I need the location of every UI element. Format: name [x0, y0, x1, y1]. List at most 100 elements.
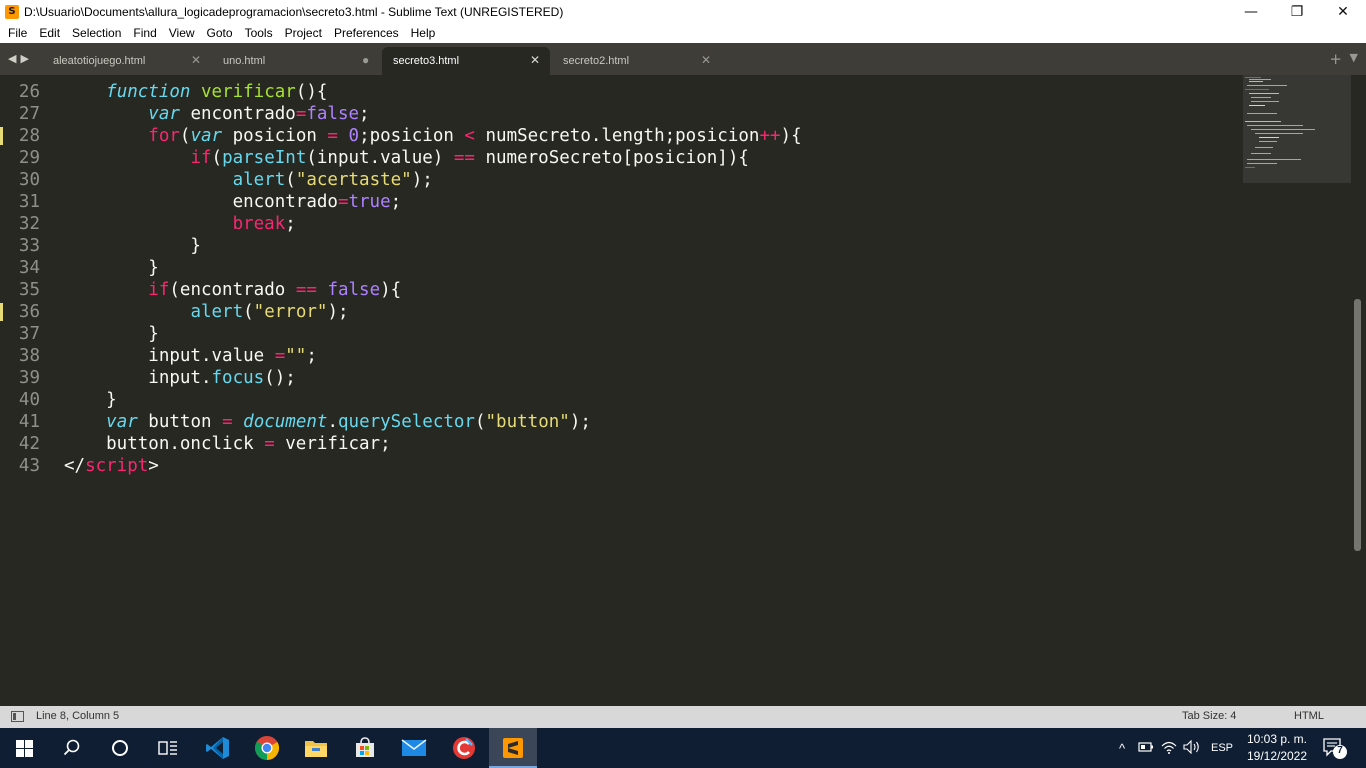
mail-icon[interactable]	[390, 728, 438, 768]
line-number: 33	[18, 236, 40, 256]
tab-label: secreto2.html	[563, 55, 630, 67]
code-line[interactable]: var encontrado=false;	[64, 103, 369, 125]
menu-goto[interactable]: Goto	[201, 26, 239, 40]
menu-view[interactable]: View	[163, 26, 201, 40]
volume-icon[interactable]	[1183, 739, 1201, 757]
menu-file[interactable]: File	[2, 26, 33, 40]
vertical-scrollbar[interactable]	[1354, 299, 1361, 551]
cursor-position: Line 8, Column 5	[36, 710, 120, 722]
line-number: 39	[18, 368, 40, 388]
code-line[interactable]: if(parseInt(input.value) == numeroSecret…	[64, 147, 748, 169]
vscode-icon[interactable]	[194, 728, 242, 768]
clock[interactable]: 10:03 p. m. 19/12/2022	[1246, 731, 1308, 765]
line-number: 27	[18, 104, 40, 124]
tab-bar: ◀ ▶ aleatotiojuego.html ✕ uno.html ● sec…	[0, 43, 1366, 75]
cortana-icon[interactable]	[96, 728, 144, 768]
menu-selection[interactable]: Selection	[66, 26, 127, 40]
task-view-icon[interactable]	[144, 728, 192, 768]
line-number: 26	[18, 82, 40, 102]
maximize-button[interactable]: ❐	[1274, 0, 1320, 23]
code-line[interactable]: if(encontrado == false){	[64, 279, 401, 301]
line-number: 40	[18, 390, 40, 410]
code-line[interactable]: for(var posicion = 0;posicion < numSecre…	[64, 125, 801, 147]
store-icon[interactable]	[341, 728, 389, 768]
sublime-text-icon[interactable]	[489, 728, 537, 768]
line-number: 38	[18, 346, 40, 366]
modified-line-marker	[0, 303, 3, 321]
tab-close-icon[interactable]: ✕	[191, 53, 201, 67]
wifi-icon[interactable]	[1161, 740, 1177, 757]
code-line[interactable]: alert("acertaste");	[64, 169, 433, 191]
line-number: 31	[18, 192, 40, 212]
tab-secreto3[interactable]: secreto3.html ✕	[382, 47, 550, 75]
minimap[interactable]	[1243, 75, 1351, 183]
code-line[interactable]: break;	[64, 213, 296, 235]
menu-bar: File Edit Selection Find View Goto Tools…	[0, 23, 1366, 43]
syntax-selector[interactable]: HTML	[1294, 710, 1324, 722]
code-editor[interactable]: 26 27 28 29 30 31 32 33 34 35 36 37 38 39 40 41 42 43 fun…	[0, 75, 1366, 706]
code-line[interactable]: }	[64, 257, 159, 279]
window-title: D:\Usuario\Documents\allura_logicadeprog…	[24, 4, 564, 19]
panel-toggle-icon[interactable]	[11, 711, 24, 722]
search-icon[interactable]	[48, 728, 96, 768]
tab-label: uno.html	[223, 55, 266, 67]
menu-project[interactable]: Project	[279, 26, 328, 40]
line-number: 29	[18, 148, 40, 168]
code-line[interactable]: encontrado=true;	[64, 191, 402, 213]
close-button[interactable]: ✕	[1320, 0, 1366, 23]
clock-date: 19/12/2022	[1246, 749, 1308, 763]
action-center-icon[interactable]: 7	[1320, 736, 1350, 760]
code-line[interactable]: }	[64, 235, 201, 257]
line-number: 41	[18, 412, 40, 432]
tab-secreto2[interactable]: secreto2.html ✕	[552, 47, 722, 75]
tab-navigation: ◀ ▶	[8, 52, 29, 65]
minimize-button[interactable]: —	[1228, 0, 1274, 23]
sublime-app-icon: S	[5, 4, 19, 19]
code-line[interactable]: }	[64, 323, 159, 345]
line-number: 43	[18, 456, 40, 476]
tab-label: secreto3.html	[393, 55, 460, 67]
menu-preferences[interactable]: Preferences	[328, 26, 405, 40]
code-line[interactable]: }	[64, 389, 117, 411]
code-line[interactable]: input.value ="";	[64, 345, 317, 367]
file-explorer-icon[interactable]	[292, 728, 340, 768]
tab-next-icon[interactable]: ▶	[20, 52, 28, 65]
window-controls: — ❐ ✕	[1228, 0, 1366, 23]
chrome-icon[interactable]	[243, 728, 291, 768]
tab-size-selector[interactable]: Tab Size: 4	[1182, 710, 1236, 722]
menu-find[interactable]: Find	[127, 26, 162, 40]
tab-close-icon[interactable]: ✕	[701, 53, 711, 67]
new-tab-icon[interactable]: +	[1329, 50, 1342, 68]
menu-edit[interactable]: Edit	[33, 26, 66, 40]
system-tray: ^ ESP	[1114, 728, 1233, 768]
input-language[interactable]: ESP	[1211, 742, 1233, 754]
line-number: 37	[18, 324, 40, 344]
code-line[interactable]: </script>	[64, 455, 159, 477]
tab-prev-icon[interactable]: ◀	[8, 52, 16, 65]
menu-tools[interactable]: Tools	[239, 26, 279, 40]
status-bar: Line 8, Column 5 Tab Size: 4 HTML	[0, 706, 1366, 728]
windows-taskbar: ^ ESP 10:03 p. m. 19/12/2022 7	[0, 728, 1366, 768]
tab-aleatotiojuego[interactable]: aleatotiojuego.html ✕	[42, 47, 212, 75]
code-line[interactable]: function verificar(){	[64, 81, 327, 103]
start-icon[interactable]	[0, 728, 48, 768]
code-line[interactable]: var button = document.querySelector("but…	[64, 411, 591, 433]
code-line[interactable]: input.focus();	[64, 367, 296, 389]
tab-close-icon[interactable]: ✕	[530, 53, 540, 67]
battery-icon[interactable]	[1138, 741, 1154, 756]
line-number: 28	[18, 126, 40, 146]
tab-list-icon[interactable]: ▼	[1350, 51, 1358, 64]
ccleaner-icon[interactable]	[440, 728, 488, 768]
line-number: 34	[18, 258, 40, 278]
line-number: 42	[18, 434, 40, 454]
line-number: 35	[18, 280, 40, 300]
line-number: 32	[18, 214, 40, 234]
tab-modified-dot-icon[interactable]: ●	[362, 53, 369, 67]
code-line[interactable]: alert("error");	[64, 301, 348, 323]
modified-line-marker	[0, 127, 3, 145]
tab-uno[interactable]: uno.html ●	[212, 47, 382, 75]
code-line[interactable]: button.onclick = verificar;	[64, 433, 391, 455]
show-hidden-icons-icon[interactable]: ^	[1114, 741, 1130, 756]
title-bar: S D:\Usuario\Documents\allura_logicadepr…	[0, 0, 1366, 23]
menu-help[interactable]: Help	[405, 26, 442, 40]
